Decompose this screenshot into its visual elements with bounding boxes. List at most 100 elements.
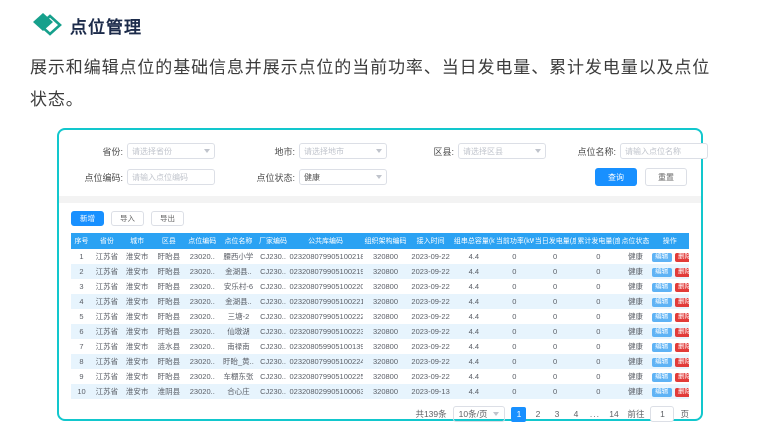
table-cell: 健康 <box>620 369 650 384</box>
page-number[interactable]: 3 <box>549 407 564 422</box>
table-cell: 0 <box>534 324 577 339</box>
page-number[interactable]: 4 <box>568 407 583 422</box>
table-cell: 023208079905100222 <box>288 309 362 324</box>
delete-button[interactable]: 删除 <box>675 343 689 353</box>
edit-button[interactable]: 编辑 <box>652 358 672 368</box>
table-cell: 2023-09-22 <box>408 354 452 369</box>
delete-button[interactable]: 删除 <box>675 283 689 293</box>
table-cell: 4.4 <box>453 279 495 294</box>
table-cell: 4.4 <box>453 249 495 264</box>
table-cell: 6 <box>71 324 92 339</box>
province-select[interactable]: 请选择省份 <box>127 143 215 159</box>
edit-button[interactable]: 编辑 <box>652 373 672 383</box>
table-cell: CJ230.. <box>258 354 289 369</box>
pagination: 共139条 10条/页 1234...14 前往 页 <box>71 406 689 422</box>
table-cell: 江苏省 <box>92 309 122 324</box>
table-cell: 0 <box>495 249 534 264</box>
edit-button[interactable]: 编辑 <box>652 343 672 353</box>
delete-button[interactable]: 删除 <box>675 253 689 263</box>
reset-button[interactable]: 重置 <box>645 168 687 186</box>
column-header: 城市 <box>122 233 153 249</box>
table-cell: 0 <box>576 249 620 264</box>
point-status-select[interactable]: 健康 <box>299 169 387 185</box>
operations-cell: 编辑删除 <box>651 294 689 309</box>
table-cell: 0 <box>576 264 620 279</box>
table-cell: CJ230.. <box>258 384 289 399</box>
table-cell: 盱眙县 <box>153 279 186 294</box>
table-cell: 023208079905100224 <box>288 354 362 369</box>
table-cell: 淮安市 <box>122 294 153 309</box>
table-cell: 0 <box>534 264 577 279</box>
edit-button[interactable]: 编辑 <box>652 388 672 398</box>
table-cell: 2023-09-22 <box>408 309 452 324</box>
district-select[interactable]: 请选择区县 <box>458 143 546 159</box>
table-cell: 2023-09-22 <box>408 294 452 309</box>
table-cell: 320800 <box>363 309 409 324</box>
operations-cell: 编辑删除 <box>651 339 689 354</box>
table-cell: 0 <box>534 384 577 399</box>
column-header: 省份 <box>92 233 122 249</box>
table-cell: 023208079905100221 <box>288 294 362 309</box>
table-cell: 盱眙县 <box>153 309 186 324</box>
table-cell: 江苏省 <box>92 264 122 279</box>
export-button[interactable]: 导出 <box>151 211 184 226</box>
import-button[interactable]: 导入 <box>111 211 144 226</box>
goto-page-input[interactable] <box>650 406 674 422</box>
page-number[interactable]: 1 <box>511 407 526 422</box>
table-cell: 淮安市 <box>122 354 153 369</box>
page-number[interactable]: 2 <box>530 407 545 422</box>
table-cell: 0 <box>495 354 534 369</box>
delete-button[interactable]: 删除 <box>675 298 689 308</box>
delete-button[interactable]: 删除 <box>675 373 689 383</box>
table-cell: 健康 <box>620 249 650 264</box>
table-cell: 江苏省 <box>92 294 122 309</box>
table-cell: 4.4 <box>453 294 495 309</box>
table-cell: 江苏省 <box>92 384 122 399</box>
table-cell: 320800 <box>363 384 409 399</box>
table-cell: 23020.. <box>185 249 219 264</box>
table-cell: CJ230.. <box>258 309 289 324</box>
edit-button[interactable]: 编辑 <box>652 328 672 338</box>
edit-button[interactable]: 编辑 <box>652 253 672 263</box>
filter-row-1: 省份: 请选择省份 地市: 请选择地市 区县: 请选择 <box>71 140 689 162</box>
table-cell: CJ230.. <box>258 264 289 279</box>
page-size-select[interactable]: 10条/页 <box>453 406 506 422</box>
search-button[interactable]: 查询 <box>595 168 637 186</box>
table-cell: 涟水县 <box>153 339 186 354</box>
point-name-input[interactable] <box>620 143 708 159</box>
chevron-down-icon <box>376 175 382 179</box>
table-cell: 健康 <box>620 294 650 309</box>
point-code-label: 点位编码: <box>55 171 127 184</box>
table-cell: 3 <box>71 279 92 294</box>
point-code-input[interactable] <box>127 169 215 185</box>
table-cell: 0 <box>534 369 577 384</box>
table-cell: 0 <box>534 309 577 324</box>
delete-button[interactable]: 删除 <box>675 388 689 398</box>
table-row: 8江苏省淮安市盱眙县23020..盱眙_黄..CJ230..0232080799… <box>71 354 689 369</box>
city-select[interactable]: 请选择地市 <box>299 143 387 159</box>
delete-button[interactable]: 删除 <box>675 328 689 338</box>
column-header: 区县 <box>153 233 186 249</box>
district-placeholder: 请选择区县 <box>463 146 503 157</box>
table-cell: 2 <box>71 264 92 279</box>
edit-button[interactable]: 编辑 <box>652 313 672 323</box>
page-numbers: 1234...14 <box>511 407 621 422</box>
add-button[interactable]: 新增 <box>71 211 104 226</box>
delete-button[interactable]: 删除 <box>675 358 689 368</box>
table-cell: 9 <box>71 369 92 384</box>
table-cell: 盱眙_黄.. <box>219 354 257 369</box>
table-cell: 盱眙县 <box>153 294 186 309</box>
delete-button[interactable]: 删除 <box>675 268 689 278</box>
edit-button[interactable]: 编辑 <box>652 283 672 293</box>
table-cell: 三塘-2 <box>219 309 257 324</box>
edit-button[interactable]: 编辑 <box>652 268 672 278</box>
table-cell: 23020.. <box>185 369 219 384</box>
edit-button[interactable]: 编辑 <box>652 298 672 308</box>
table-cell: 4.4 <box>453 384 495 399</box>
table-cell: 320800 <box>363 294 409 309</box>
table-cell: 4.4 <box>453 369 495 384</box>
page-number[interactable]: 14 <box>606 407 621 422</box>
table-row: 1江苏省淮安市盱眙县23020..腰西小学CJ230..023208079905… <box>71 249 689 264</box>
delete-button[interactable]: 删除 <box>675 313 689 323</box>
filter-bar: 省份: 请选择省份 地市: 请选择地市 区县: 请选择 <box>71 140 689 188</box>
